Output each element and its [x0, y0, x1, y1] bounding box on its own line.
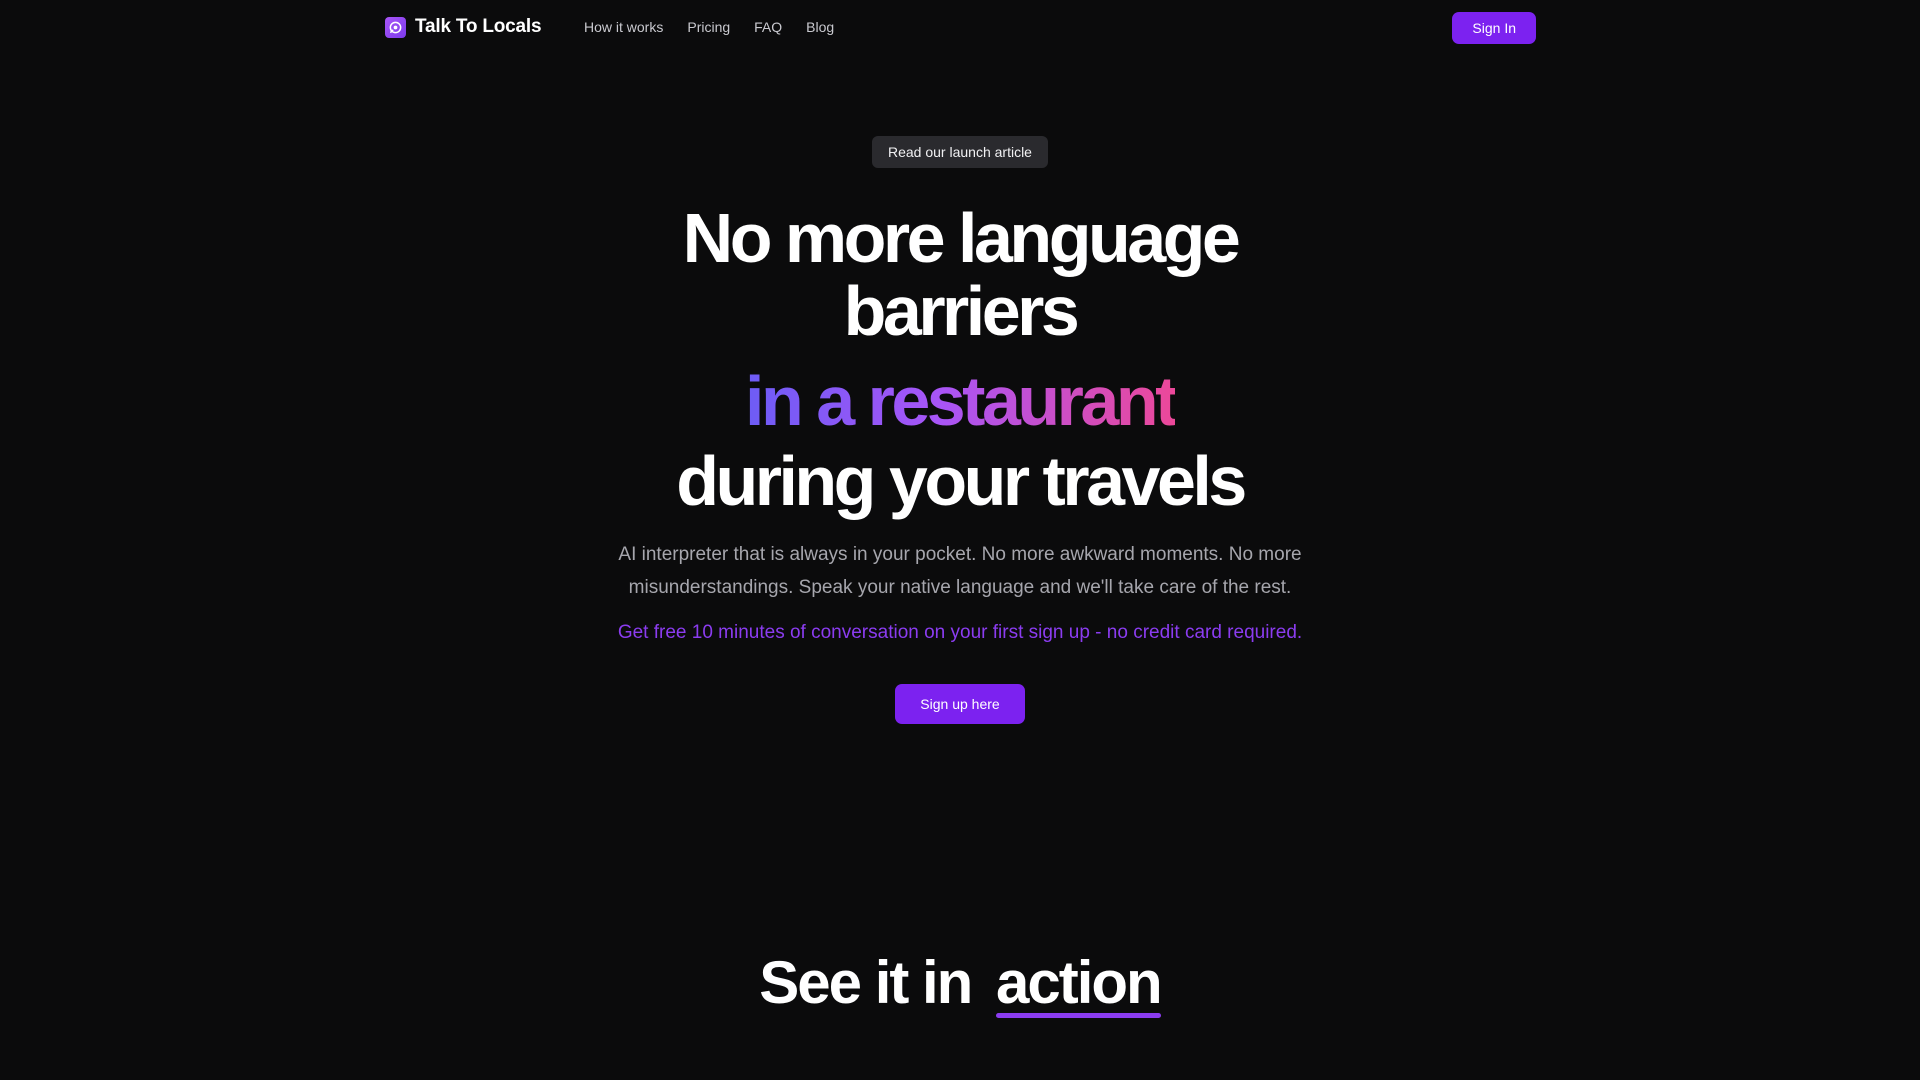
headline-line-2: barriers — [843, 272, 1080, 350]
heading-highlight-text: action — [996, 949, 1163, 1016]
globe-chat-icon — [385, 16, 406, 38]
see-it-in-action-heading: See it in action — [0, 948, 1920, 1018]
launch-article-link[interactable]: Read our launch article — [872, 136, 1048, 168]
nav-how-it-works[interactable]: How it works — [584, 19, 663, 35]
nav-pricing[interactable]: Pricing — [687, 19, 730, 35]
sign-in-button[interactable]: Sign In — [1452, 12, 1536, 44]
brand-name: Talk To Locals — [415, 16, 542, 37]
top-nav: Talk To Locals How it works Pricing FAQ … — [0, 0, 1920, 56]
highlight-underline — [996, 1013, 1161, 1018]
headline-highlight: in a restaurant — [0, 363, 1920, 439]
free-offer-text: Get free 10 minutes of conversation on y… — [617, 622, 1303, 643]
nav-faq[interactable]: FAQ — [754, 19, 782, 35]
nav-blog[interactable]: Blog — [806, 19, 834, 35]
headline-line-1: No more language — [682, 199, 1241, 277]
sign-up-button[interactable]: Sign up here — [895, 684, 1025, 724]
headline-highlight-text: in a restaurant — [745, 362, 1178, 440]
headline-line-3: during your travels — [676, 442, 1247, 520]
hero-description: AI interpreter that is always in your po… — [618, 544, 1302, 598]
brand-logo-link[interactable]: Talk To Locals — [385, 16, 542, 38]
heading-prefix: See it in — [759, 949, 973, 1016]
nav-links: How it works Pricing FAQ Blog — [584, 19, 834, 35]
heading-highlight: action — [996, 948, 1163, 1018]
